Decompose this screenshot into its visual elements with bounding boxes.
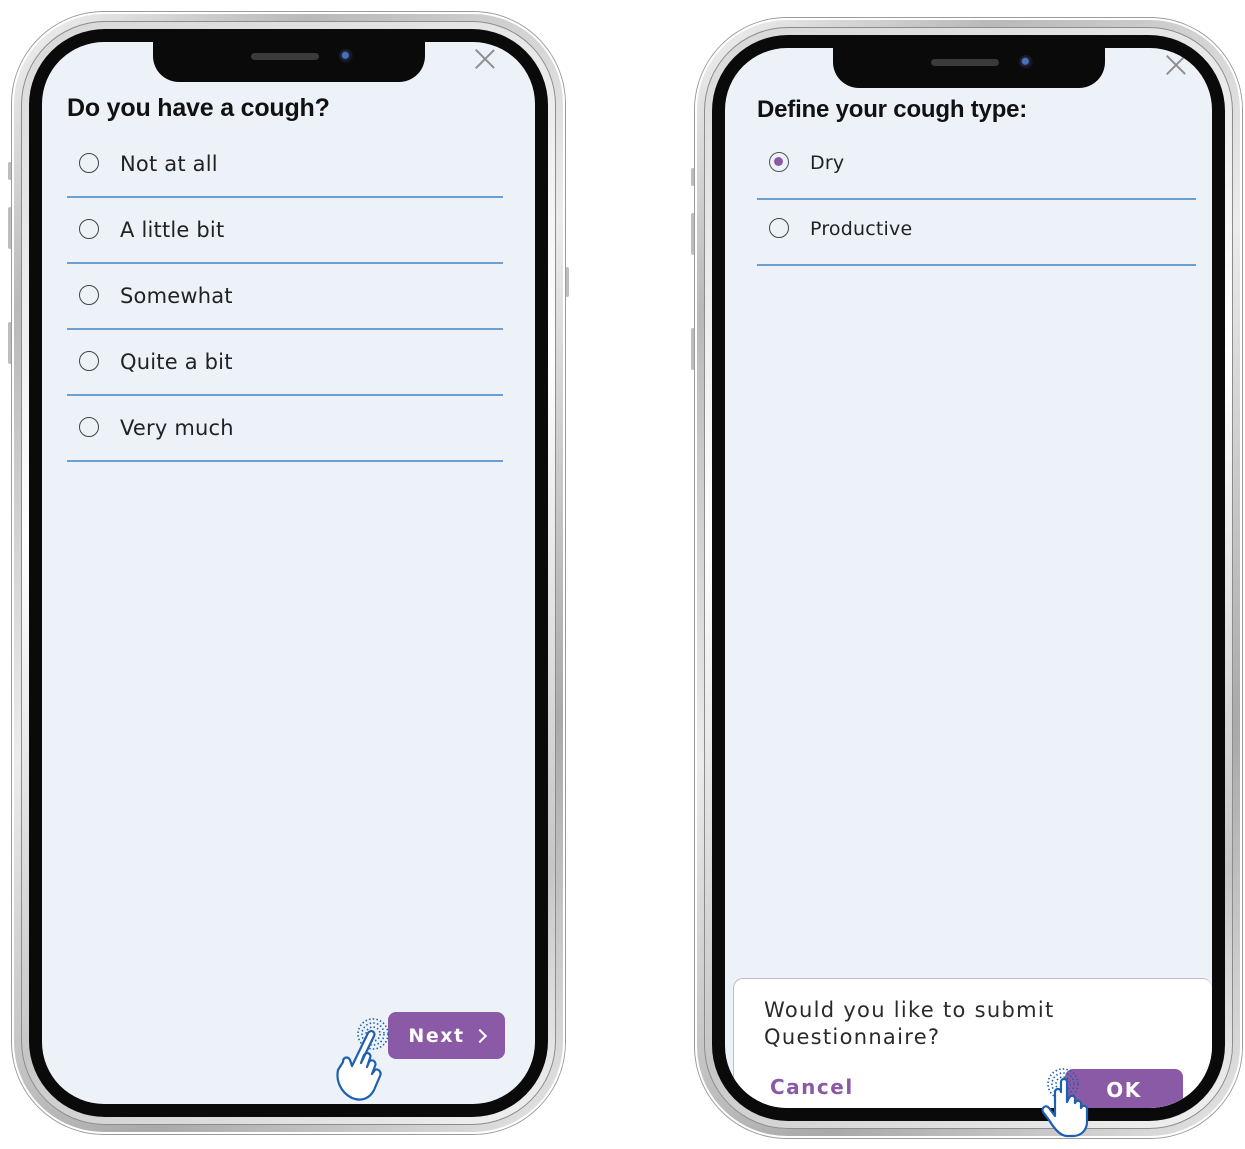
- option-label: Quite a bit: [120, 350, 233, 374]
- notch: [832, 48, 1105, 88]
- submit-dialog: Would you like to submit Questionnaire? …: [733, 978, 1212, 1108]
- option-label: Dry: [810, 152, 845, 174]
- radio-icon[interactable]: [79, 153, 99, 173]
- next-button-label: Next: [408, 1024, 465, 1047]
- notch: [152, 42, 425, 82]
- phone-right: Define your cough type: Dry Productive W…: [691, 18, 1242, 1138]
- speaker: [930, 59, 999, 66]
- question-title: Do you have a cough?: [67, 94, 330, 122]
- side-button: [565, 267, 569, 297]
- option-a-little-bit[interactable]: A little bit: [67, 198, 503, 264]
- radio-icon[interactable]: [769, 218, 789, 238]
- option-quite-a-bit[interactable]: Quite a bit: [67, 330, 503, 396]
- camera-icon: [338, 49, 353, 63]
- option-label: Somewhat: [120, 284, 233, 308]
- screen: Do you have a cough? Not at all A little…: [42, 42, 535, 1104]
- option-productive[interactable]: Productive: [757, 200, 1196, 266]
- answer-options: Dry Productive: [757, 134, 1196, 266]
- option-label: Productive: [810, 218, 913, 240]
- answer-options: Not at all A little bit Somewhat Quite a…: [67, 132, 503, 462]
- cancel-button[interactable]: Cancel: [770, 1075, 854, 1099]
- phone-left: Do you have a cough? Not at all A little…: [8, 12, 569, 1134]
- option-not-at-all[interactable]: Not at all: [67, 132, 503, 198]
- option-somewhat[interactable]: Somewhat: [67, 264, 503, 330]
- option-label: A little bit: [120, 218, 225, 242]
- camera-icon: [1018, 55, 1033, 69]
- option-label: Very much: [120, 416, 234, 440]
- ok-button[interactable]: OK: [1065, 1069, 1183, 1108]
- close-icon[interactable]: [1165, 54, 1187, 76]
- speaker: [250, 53, 319, 60]
- close-icon[interactable]: [474, 48, 496, 70]
- question-title: Define your cough type:: [757, 96, 1028, 123]
- next-button[interactable]: Next: [388, 1012, 505, 1059]
- option-dry[interactable]: Dry: [757, 134, 1196, 200]
- radio-icon[interactable]: [79, 219, 99, 239]
- radio-icon[interactable]: [79, 285, 99, 305]
- chevron-right-icon: [472, 1028, 487, 1044]
- option-label: Not at all: [120, 152, 218, 176]
- dialog-message: Would you like to submit Questionnaire?: [764, 998, 1055, 1049]
- radio-icon[interactable]: [79, 417, 99, 437]
- radio-icon[interactable]: [79, 351, 99, 371]
- radio-icon[interactable]: [769, 152, 789, 172]
- screen: Define your cough type: Dry Productive W…: [725, 48, 1212, 1108]
- option-very-much[interactable]: Very much: [67, 396, 503, 462]
